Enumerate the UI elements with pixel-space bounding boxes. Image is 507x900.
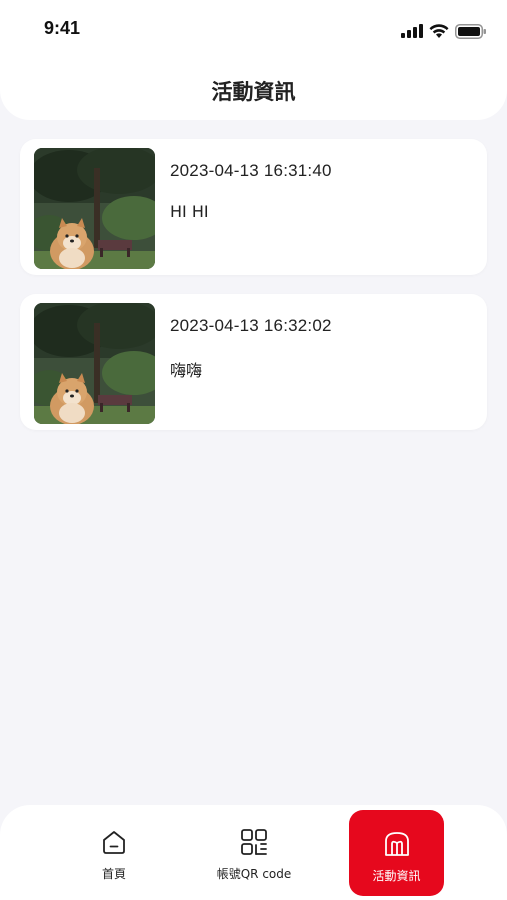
shiba-dog-photo [34, 303, 155, 424]
page-title: 活動資訊 [211, 80, 296, 104]
tab-home-label: 首頁 [101, 867, 126, 881]
qr-code-icon [241, 829, 267, 855]
activity-thumbnail [34, 148, 155, 269]
activity-datetime: 2023-04-13 16:31:40 [170, 161, 332, 180]
shiba-dog-photo [34, 148, 155, 269]
activity-card[interactable]: 2023-04-13 16:32:02 嗨嗨 [20, 294, 487, 430]
activity-card[interactable]: 2023-04-13 16:31:40 HI HI [20, 139, 487, 275]
status-time: 9:41 [44, 18, 81, 38]
status-icons [401, 22, 487, 40]
tab-qr-code[interactable]: 帳號QR code [194, 805, 314, 900]
tab-activity-info[interactable]: 活動資訊 [349, 810, 444, 896]
wifi-icon [429, 23, 449, 38]
home-icon [103, 831, 125, 854]
activity-datetime: 2023-04-13 16:32:02 [170, 316, 332, 335]
activity-message: HI HI [170, 202, 209, 221]
status-bar: 9:41 [0, 0, 507, 62]
battery-icon [455, 23, 486, 39]
activity-info-icon [384, 832, 409, 856]
tab-home[interactable]: 首頁 [54, 805, 174, 900]
tab-qr-code-label: 帳號QR code [216, 867, 292, 881]
activity-thumbnail [34, 303, 155, 424]
tab-activity-info-label: 活動資訊 [372, 869, 421, 883]
cellular-signal-icon [401, 24, 423, 38]
header: 9:41 活動資訊 [0, 0, 507, 120]
activity-message: 嗨嗨 [170, 361, 203, 380]
bottom-tab-bar: 首頁 帳號QR code 活動資訊 [0, 805, 507, 900]
